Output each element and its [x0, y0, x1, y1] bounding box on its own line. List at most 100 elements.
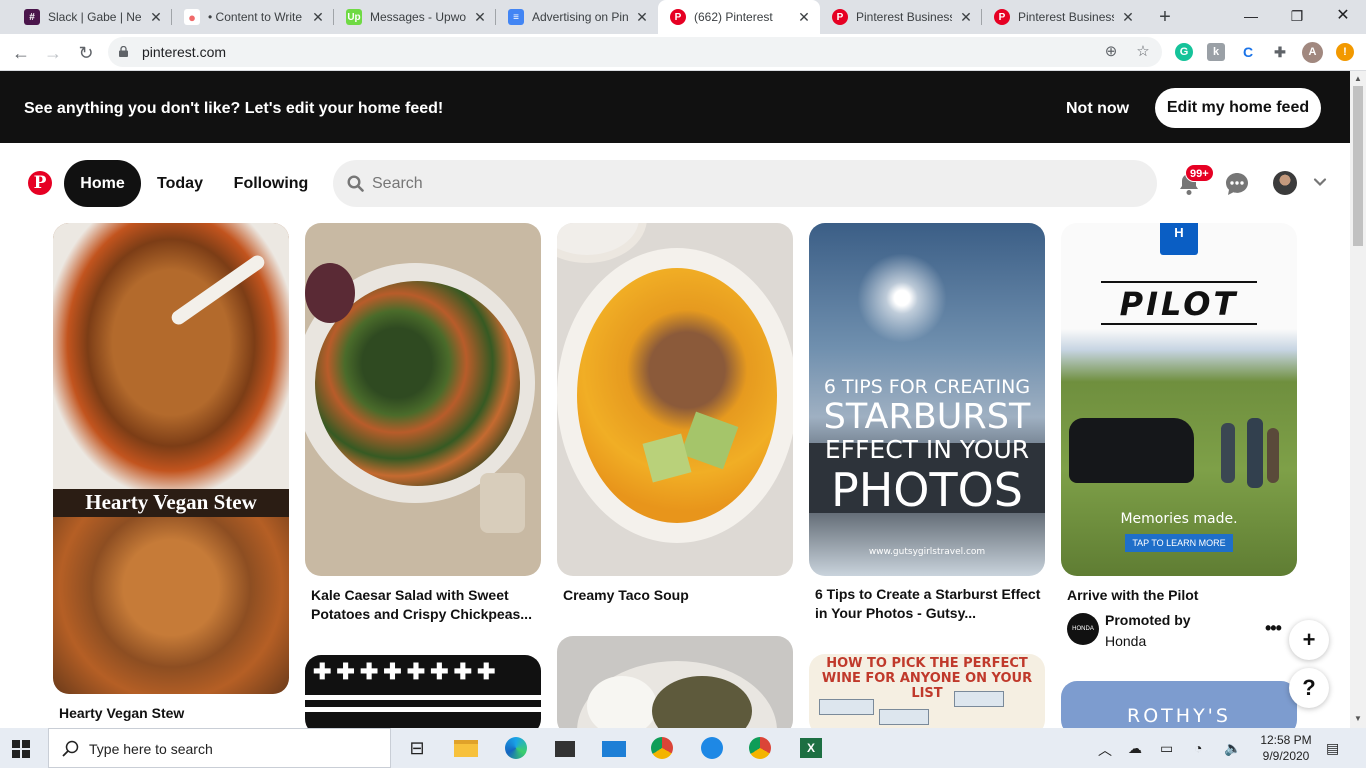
- file-explorer-icon[interactable]: [452, 734, 480, 762]
- edit-home-feed-button[interactable]: Edit my home feed: [1155, 88, 1321, 128]
- pin-image-pattern[interactable]: ✚✚✚✚✚✚✚✚: [305, 655, 541, 735]
- app-icon[interactable]: [698, 734, 726, 762]
- tab-content-to-write[interactable]: ● • Content to Write ✕: [172, 0, 334, 34]
- close-icon[interactable]: ✕: [958, 9, 974, 26]
- close-icon[interactable]: ✕: [148, 9, 164, 26]
- extension-c-icon[interactable]: C: [1239, 43, 1257, 61]
- clock-date: 9/9/2020: [1262, 749, 1310, 763]
- excel-icon[interactable]: X: [796, 734, 824, 762]
- onedrive-icon[interactable]: ☁: [1128, 740, 1142, 757]
- advertiser-avatar[interactable]: HONDA: [1067, 613, 1099, 645]
- forward-button[interactable]: →: [40, 40, 66, 66]
- more-options-icon[interactable]: •••: [1265, 618, 1282, 639]
- learn-more-button[interactable]: TAP TO LEARN MORE: [1125, 534, 1233, 552]
- pin-overlay-line: STARBURST: [823, 397, 1031, 437]
- notifications-icon[interactable]: ▤: [1326, 740, 1339, 757]
- chrome-icon[interactable]: [648, 734, 676, 762]
- scroll-thumb[interactable]: [1353, 86, 1363, 246]
- tray-chevron-icon[interactable]: ︿: [1098, 740, 1112, 760]
- taskbar-clock[interactable]: 12:58 PM 9/9/2020: [1258, 732, 1314, 764]
- chrome-profile-icon[interactable]: [746, 734, 774, 762]
- asana-icon: ●: [184, 9, 200, 25]
- pin-title-taco-soup[interactable]: Creamy Taco Soup: [563, 586, 689, 605]
- nav-home[interactable]: Home: [64, 160, 141, 207]
- pin-title-kale-salad[interactable]: Kale Caesar Salad with Sweet Potatoes an…: [311, 586, 532, 624]
- maximize-button[interactable]: ❐: [1274, 0, 1320, 32]
- taskbar-search-input[interactable]: Type here to search: [48, 728, 391, 768]
- page-scrollbar[interactable]: ▲ ▼: [1350, 71, 1366, 728]
- close-icon[interactable]: ✕: [310, 9, 326, 26]
- pinterest-logo[interactable]: P: [28, 171, 52, 195]
- pinterest-icon: P: [670, 9, 686, 25]
- wifi-icon[interactable]: ◔: [1194, 740, 1202, 756]
- pin-title-honda-pilot[interactable]: Arrive with the Pilot: [1067, 586, 1198, 605]
- tab-title: Advertising on Pin: [532, 10, 628, 24]
- window-close-button[interactable]: ✕: [1320, 0, 1366, 32]
- tab-pinterest-active[interactable]: P (662) Pinterest ✕: [658, 0, 820, 34]
- pin-image-kale-salad[interactable]: [305, 223, 541, 576]
- tab-pinterest-business-1[interactable]: P Pinterest Business ✕: [820, 0, 982, 34]
- puzzle-icon[interactable]: ✚: [1271, 43, 1289, 61]
- pin-title-vegan-stew[interactable]: Hearty Vegan Stew: [59, 704, 184, 723]
- taskbar-search-placeholder: Type here to search: [89, 741, 213, 757]
- chevron-down-icon[interactable]: [1312, 174, 1328, 190]
- pin-image-wine[interactable]: HOW TO PICK THE PERFECT WINE FOR ANYONE …: [809, 654, 1045, 736]
- not-now-button[interactable]: Not now: [1066, 100, 1129, 118]
- new-tab-button[interactable]: +: [1152, 4, 1178, 30]
- close-icon[interactable]: ✕: [472, 9, 488, 26]
- reload-button[interactable]: ↻: [73, 40, 99, 66]
- star-icon[interactable]: ☆: [1134, 43, 1152, 61]
- tab-title: Pinterest Business: [1018, 10, 1114, 24]
- close-icon[interactable]: ✕: [634, 9, 650, 26]
- edge-icon[interactable]: [502, 734, 530, 762]
- lock-icon: [119, 46, 128, 57]
- close-icon[interactable]: ✕: [796, 9, 812, 26]
- address-bar[interactable]: pinterest.com ⊕ ☆: [108, 37, 1162, 67]
- pin-image-vegan-stew[interactable]: Hearty Vegan Stew: [53, 223, 289, 694]
- pin-overlay-line: 6 TIPS FOR CREATING: [823, 376, 1031, 398]
- browser-tab-strip: # Slack | Gabe | Nels ✕ ● • Content to W…: [0, 0, 1366, 34]
- tab-upwork[interactable]: Up Messages - Upwor ✕: [334, 0, 496, 34]
- pin-title-starburst[interactable]: 6 Tips to Create a Starburst Effect in Y…: [815, 585, 1040, 623]
- logo-letter: P: [33, 173, 47, 193]
- volume-icon[interactable]: 🔈: [1224, 740, 1241, 757]
- user-avatar[interactable]: [1273, 171, 1297, 195]
- store-icon[interactable]: [551, 734, 579, 762]
- grammarly-icon[interactable]: G: [1175, 43, 1193, 61]
- update-icon[interactable]: !: [1336, 43, 1354, 61]
- scroll-down-icon[interactable]: ▼: [1354, 714, 1362, 723]
- minimize-button[interactable]: —: [1228, 0, 1274, 32]
- windows-taskbar: Type here to search ⊟ X ︿ ☁ ▭ ◔ 🔈 12:58 …: [0, 728, 1366, 768]
- add-icon[interactable]: ⊕: [1102, 43, 1120, 61]
- mail-icon[interactable]: [600, 734, 628, 762]
- search-input[interactable]: Search: [333, 160, 1157, 207]
- tab-advertising[interactable]: ≡ Advertising on Pin ✕: [496, 0, 658, 34]
- pin-image-taco-soup[interactable]: [557, 223, 793, 576]
- battery-icon[interactable]: ▭: [1160, 740, 1173, 757]
- advertiser-logo-text: HONDA: [1072, 626, 1094, 632]
- tab-pinterest-business-2[interactable]: P Pinterest Business ✕: [982, 0, 1144, 34]
- windows-start-icon[interactable]: [12, 740, 30, 758]
- scroll-up-icon[interactable]: ▲: [1354, 74, 1362, 83]
- task-view-icon[interactable]: ⊟: [403, 734, 431, 762]
- honda-logo: H: [1160, 223, 1198, 255]
- notification-badge: 99+: [1185, 164, 1214, 182]
- back-button[interactable]: ←: [8, 40, 34, 66]
- plus-pattern-icon: ✚✚✚✚✚✚✚✚: [313, 659, 501, 684]
- pin-image-rice-bowl[interactable]: [557, 636, 793, 736]
- add-pin-button[interactable]: +: [1289, 620, 1329, 660]
- help-button[interactable]: ?: [1289, 668, 1329, 708]
- pin-image-honda-pilot[interactable]: H PILOT Memories made. TAP TO LEARN MORE: [1061, 223, 1297, 576]
- search-icon: [62, 740, 79, 757]
- tab-title: • Content to Write: [208, 10, 303, 24]
- tab-slack[interactable]: # Slack | Gabe | Nels ✕: [12, 0, 172, 34]
- close-icon[interactable]: ✕: [1120, 9, 1136, 26]
- advertiser-name[interactable]: Honda: [1105, 633, 1146, 649]
- slack-icon: #: [24, 9, 40, 25]
- nav-today[interactable]: Today: [148, 160, 212, 207]
- extension-icon[interactable]: k: [1207, 43, 1225, 61]
- profile-avatar[interactable]: A: [1302, 42, 1323, 63]
- pin-image-starburst[interactable]: 6 TIPS FOR CREATING STARBURST EFFECT IN …: [809, 223, 1045, 576]
- nav-following[interactable]: Following: [224, 160, 318, 207]
- messages-icon[interactable]: [1225, 172, 1249, 196]
